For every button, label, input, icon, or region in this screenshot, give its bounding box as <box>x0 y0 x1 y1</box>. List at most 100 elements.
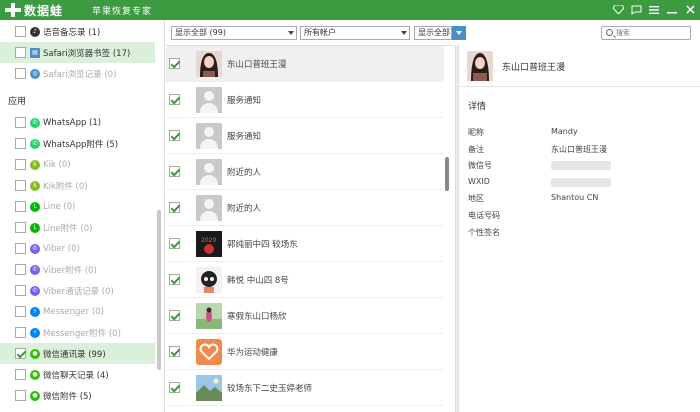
close-icon[interactable] <box>684 3 696 16</box>
contact-avatar <box>196 338 222 365</box>
sidebar-item[interactable]: k Kik (0) <box>0 154 155 175</box>
contact-row[interactable]: 华为运动健康 <box>166 334 444 370</box>
list-scrollbar-thumb[interactable] <box>445 157 449 191</box>
default-avatar-icon <box>196 86 222 113</box>
sidebar-item[interactable]: ✆ Viber通话记录 (0) <box>0 280 155 301</box>
sidebar-item[interactable]: ✆ Viber附件 (0) <box>0 259 155 280</box>
kik-icon: k <box>30 180 40 191</box>
contact-row[interactable]: 寒假东山口杨欣 <box>166 298 444 334</box>
redacted-value <box>551 177 611 187</box>
sidebar-item-label: WhatsApp (1) <box>43 117 102 128</box>
contact-row[interactable]: 附近的人 <box>166 190 444 226</box>
sidebar-item[interactable]: ▤ Safari浏览器书签 (17) <box>0 42 155 63</box>
sidebar-item[interactable]: ⚡ Messenger (0) <box>0 301 155 322</box>
wechat-icon: ● <box>30 369 40 380</box>
item-checkbox[interactable] <box>15 180 26 191</box>
sidebar-item-label: Viber附件 (0) <box>43 265 97 276</box>
line-icon: L <box>30 222 40 233</box>
show-all-button[interactable]: 显示全部 <box>414 26 452 40</box>
item-checkbox[interactable] <box>15 243 26 254</box>
item-checkbox[interactable] <box>15 138 26 149</box>
show-all-select[interactable]: 显示全部 (99) <box>171 26 297 40</box>
sidebar-item[interactable]: ● 微信通讯录 (99) <box>0 343 155 364</box>
show-all-dropdown-icon[interactable] <box>452 26 466 40</box>
contact-name: 服务通知 <box>227 131 262 142</box>
menu-icon[interactable] <box>648 3 660 16</box>
item-checkbox[interactable] <box>15 306 26 317</box>
contact-name: 寒假东山口杨欣 <box>227 311 287 322</box>
contact-row[interactable]: 东山口普班王漫 <box>166 46 444 82</box>
item-checkbox[interactable] <box>15 47 26 58</box>
item-checkbox[interactable] <box>15 348 26 359</box>
contact-row[interactable]: 服务通知 <box>166 82 444 118</box>
contact-name: 东山口普班王漫 <box>502 63 566 73</box>
item-checkbox[interactable] <box>15 390 26 401</box>
sidebar-item[interactable]: ● 微信聊天记录 (4) <box>0 364 155 385</box>
item-checkbox[interactable] <box>15 26 26 37</box>
detail-field-key: 昵称 <box>468 128 484 137</box>
sidebar-item-label: 微信附件 (5) <box>43 391 92 402</box>
contact-checkbox[interactable] <box>169 58 180 69</box>
contact-avatar <box>196 266 222 293</box>
contact-checkbox[interactable] <box>169 274 180 285</box>
contact-checkbox[interactable] <box>169 130 180 141</box>
sidebar-item[interactable]: ✆ WhatsApp附件 (5) <box>0 133 155 154</box>
contact-avatar <box>196 50 222 77</box>
sidebar-item[interactable]: ● 微信附件 (5) <box>0 385 155 406</box>
sidebar-item-label: 语音备忘录 (1) <box>43 27 101 38</box>
show-all-select-value: 显示全部 (99) <box>175 28 226 37</box>
sidebar-item-label: WhatsApp附件 (5) <box>43 139 119 150</box>
item-checkbox[interactable] <box>15 201 26 212</box>
item-checkbox[interactable] <box>15 159 26 170</box>
sidebar-item[interactable]: k Kik附件 (0) <box>0 175 155 196</box>
contact-row[interactable]: 服务通知 <box>166 118 444 154</box>
sidebar-item[interactable]: ✆ Viber (0) <box>0 238 155 259</box>
contact-name: 服务通知 <box>227 95 262 106</box>
search-input[interactable] <box>616 28 686 38</box>
contact-checkbox[interactable] <box>169 166 180 177</box>
account-select[interactable]: 所有帐户 <box>300 26 410 40</box>
detail-field-value: Mandy <box>551 127 578 136</box>
messenger-icon: ⚡ <box>30 327 40 338</box>
contact-list: 东山口普班王漫 服务通知 服务通知 附近的人 附近的人 2020 郭纯丽中四 较场东 韩悦 中… <box>166 45 454 412</box>
contact-checkbox[interactable] <box>169 238 180 249</box>
sidebar-item-label: 微信通讯录 (99) <box>43 349 106 360</box>
contact-row[interactable]: 较场东下二史玉婷老师 <box>166 370 444 406</box>
sidebar-item[interactable]: ◎ Safari浏览记录 (0) <box>0 63 155 84</box>
contact-row[interactable]: 附近的人 <box>166 154 444 190</box>
contact-checkbox[interactable] <box>169 382 180 393</box>
diamond-icon[interactable] <box>612 3 624 16</box>
sidebar-item[interactable]: ♪ 语音备忘录 (1) <box>0 21 155 42</box>
item-checkbox[interactable] <box>15 285 26 296</box>
viber-icon: ✆ <box>30 243 40 254</box>
sidebar-item[interactable]: L Line (0) <box>0 196 155 217</box>
contact-row[interactable]: 韩悦 中山四 8号 <box>166 262 444 298</box>
search-box[interactable] <box>601 26 691 40</box>
default-avatar-icon <box>196 158 222 185</box>
sidebar-scrollbar[interactable] <box>157 210 161 370</box>
sidebar-item-label: Messenger附件 (0) <box>43 328 121 339</box>
sidebar-item[interactable]: ✆ WhatsApp (1) <box>0 112 155 133</box>
item-checkbox[interactable] <box>15 327 26 338</box>
detail-section-title: 详情 <box>468 102 487 112</box>
sidebar-item[interactable]: L Line附件 (0) <box>0 217 155 238</box>
show-all-button-label: 显示全部 <box>418 28 450 37</box>
chat-icon[interactable] <box>630 3 642 16</box>
title-bar: 数据蛙 苹果恢复专家 <box>0 0 700 20</box>
minimize-icon[interactable] <box>666 3 678 16</box>
sidebar-item-label: Safari浏览器书签 (17) <box>43 48 131 59</box>
item-checkbox[interactable] <box>15 68 26 79</box>
contact-row[interactable]: 2020 郭纯丽中四 较场东 <box>166 226 444 262</box>
item-checkbox[interactable] <box>15 222 26 233</box>
detail-pane: 东山口普班王漫 详情 昵称 Mandy 备注 东山口普班王漫 微信号 WXID 地区 Shan… <box>459 45 700 412</box>
messenger-icon: ⚡ <box>30 306 40 317</box>
item-checkbox[interactable] <box>15 117 26 128</box>
item-checkbox[interactable] <box>15 369 26 380</box>
contact-checkbox[interactable] <box>169 202 180 213</box>
sidebar-item[interactable]: ⚡ Messenger附件 (0) <box>0 322 155 343</box>
contact-checkbox[interactable] <box>169 310 180 321</box>
item-checkbox[interactable] <box>15 264 26 275</box>
detail-field: 个性签名 <box>468 227 698 239</box>
contact-checkbox[interactable] <box>169 94 180 105</box>
contact-checkbox[interactable] <box>169 346 180 357</box>
